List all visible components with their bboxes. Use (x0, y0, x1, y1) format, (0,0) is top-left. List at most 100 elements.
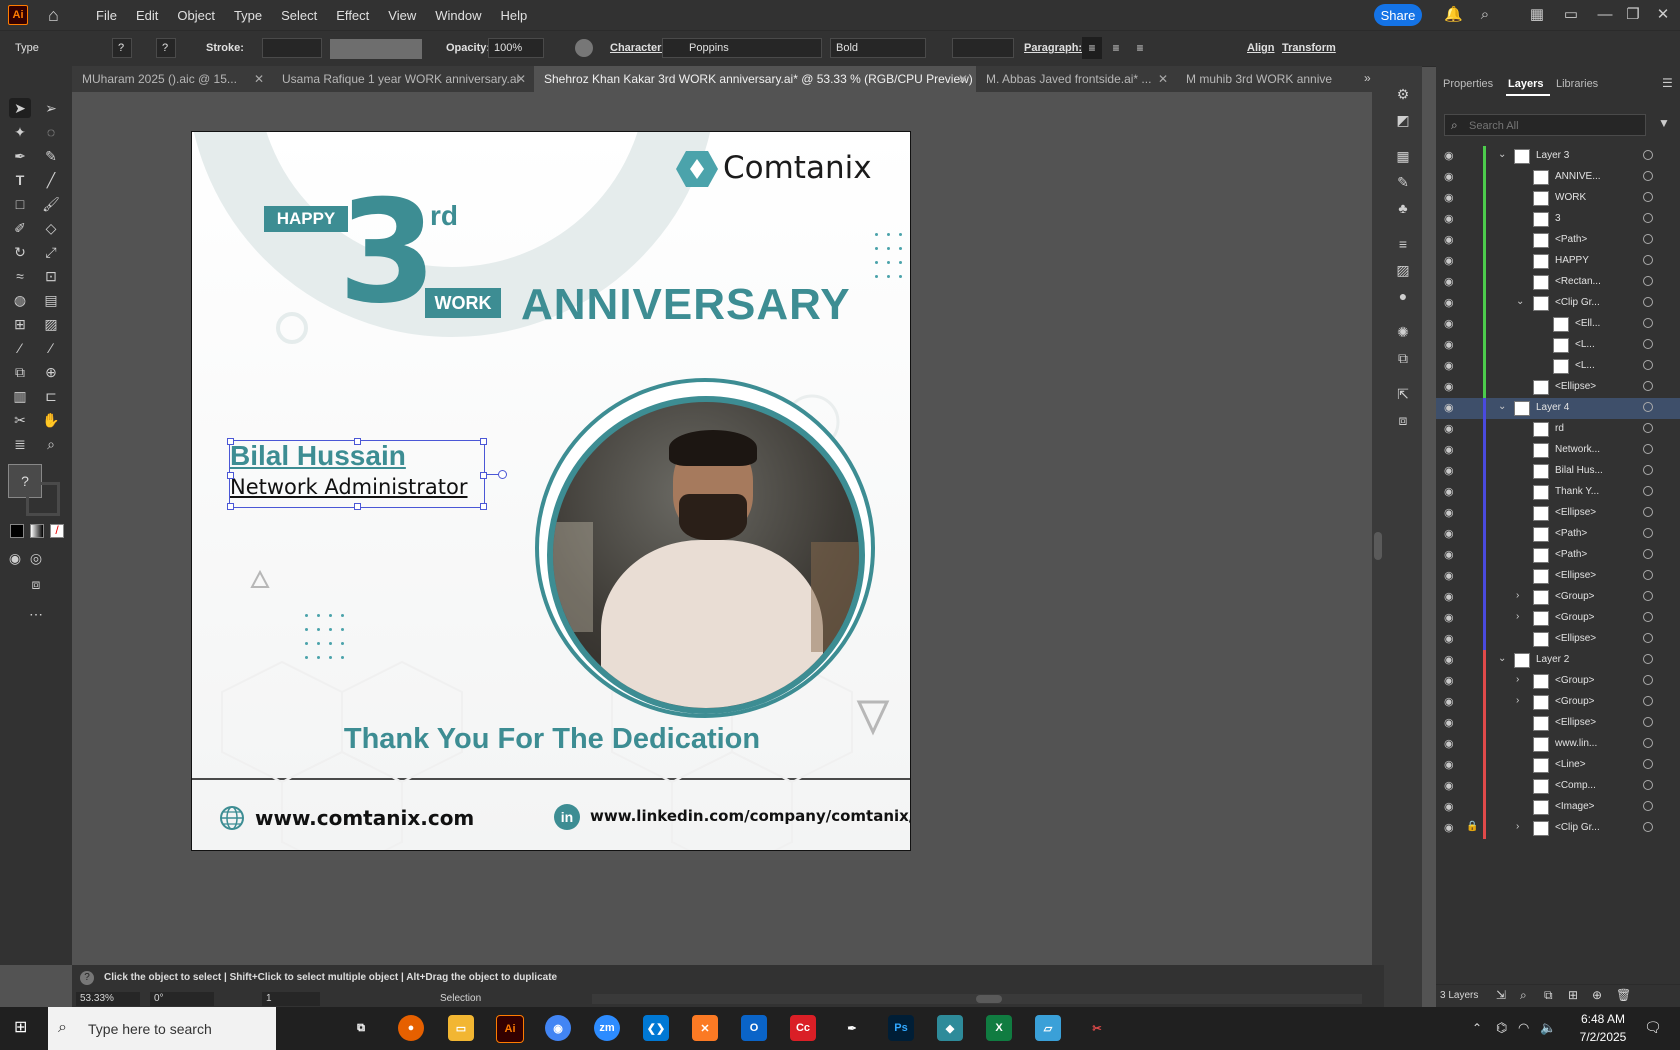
layer-row[interactable]: ◉ <Ell... (1436, 314, 1680, 335)
target-circle-icon[interactable] (1643, 423, 1653, 433)
collect-export-icon[interactable]: ⇲ (1496, 988, 1506, 1002)
taskbar-search-box[interactable]: ⌕ Type here to search (48, 1007, 276, 1050)
layer-row[interactable]: ◉ <Comp... (1436, 776, 1680, 797)
pen-tool-icon[interactable]: ✒ (9, 146, 31, 166)
layer-row[interactable]: ◉ <Ellipse> (1436, 629, 1680, 650)
creative-cloud-icon[interactable]: Cc (790, 1015, 816, 1041)
type-tool-icon[interactable]: T (9, 170, 31, 190)
share-button[interactable]: Share (1374, 4, 1422, 26)
vscode-icon[interactable]: ❮❯ (643, 1015, 669, 1041)
visibility-eye-icon[interactable]: ◉ (1444, 275, 1454, 288)
target-circle-icon[interactable] (1643, 717, 1653, 727)
target-circle-icon[interactable] (1643, 465, 1653, 475)
screen-mode-icon[interactable]: ⧈ (25, 574, 47, 594)
stroke-panel-icon[interactable]: ≡ (1392, 234, 1414, 254)
opacity-input[interactable]: 100% (488, 38, 544, 58)
file-explorer-icon[interactable]: ▭ (448, 1015, 474, 1041)
magic-wand-icon[interactable]: ✦ (9, 122, 31, 142)
help-icon[interactable]: ? (80, 971, 94, 985)
font-family-select[interactable]: Poppins (662, 38, 822, 58)
layer-row[interactable]: ◉ Bilal Hus... (1436, 461, 1680, 482)
expand-chevron-icon[interactable]: › (1516, 674, 1519, 685)
visibility-eye-icon[interactable]: ◉ (1444, 149, 1454, 162)
menu-window[interactable]: Window (435, 8, 481, 23)
visibility-eye-icon[interactable]: ◉ (1444, 191, 1454, 204)
layer-row[interactable]: ◉ <Ellipse> (1436, 377, 1680, 398)
delete-layer-icon[interactable]: 🗑 (1616, 988, 1631, 1002)
artboard-number-select[interactable]: 1 (262, 992, 320, 1006)
line-tool-icon[interactable]: ╱ (40, 170, 62, 190)
artboard-tool-icon[interactable]: ⊏ (40, 386, 62, 406)
paintbrush-icon[interactable]: 🖌 (40, 194, 62, 214)
layer-row[interactable]: ◉ rd (1436, 419, 1680, 440)
align-center-icon[interactable]: ≡ (1106, 37, 1126, 59)
zoom-app-icon[interactable]: zm (594, 1015, 620, 1041)
zoom-tool-icon[interactable]: ⌕ (40, 434, 62, 454)
lasso-icon[interactable]: ◌ (40, 122, 62, 142)
visibility-eye-icon[interactable]: ◉ (1444, 611, 1454, 624)
menu-file[interactable]: File (96, 8, 117, 23)
target-circle-icon[interactable] (1643, 759, 1653, 769)
tab-properties[interactable]: Properties (1443, 78, 1493, 90)
target-circle-icon[interactable] (1643, 612, 1653, 622)
layer-row[interactable]: ◉ › <Group> (1436, 587, 1680, 608)
menu-type[interactable]: Type (234, 8, 262, 23)
graph-tool-icon[interactable]: ▥ (9, 386, 31, 406)
search-icon[interactable]: ⌕ (1476, 6, 1494, 24)
artboards-panel-icon[interactable]: ⧈ (1392, 410, 1414, 430)
font-size-input[interactable] (952, 38, 1014, 58)
blend-tool-icon[interactable]: ⧉ (9, 362, 31, 382)
target-circle-icon[interactable] (1643, 675, 1653, 685)
layer-row[interactable]: ◉ 3 (1436, 209, 1680, 230)
symbols-icon[interactable]: ♣ (1392, 198, 1414, 218)
layers-search-field[interactable]: ⌕ (1444, 114, 1646, 136)
minimize-icon[interactable]: — (1596, 6, 1614, 24)
target-circle-icon[interactable] (1643, 213, 1653, 223)
filter-icon[interactable]: ▼ (1658, 116, 1670, 130)
transparency-icon[interactable]: ● (1392, 286, 1414, 306)
network-icon[interactable]: ⌬ (1496, 1020, 1507, 1036)
target-circle-icon[interactable] (1643, 696, 1653, 706)
scale-tool-icon[interactable]: ⤢ (40, 242, 62, 262)
outlook-icon[interactable]: O (741, 1015, 767, 1041)
visibility-eye-icon[interactable]: ◉ (1444, 506, 1454, 519)
curvature-tool-icon[interactable]: ✎ (40, 146, 62, 166)
tab-libraries[interactable]: Libraries (1556, 78, 1598, 90)
visibility-eye-icon[interactable]: ◉ (1444, 674, 1454, 687)
tab-muharam[interactable]: MUharam 2025 ().aic @ 15... ✕ (72, 66, 272, 92)
layer-row[interactable]: ◉ <Image> (1436, 797, 1680, 818)
layer-row[interactable]: ◉ › <Group> (1436, 608, 1680, 629)
visibility-eye-icon[interactable]: ◉ (1444, 737, 1454, 750)
shape-builder-icon[interactable]: ◍ (9, 290, 31, 310)
windows-start-icon[interactable]: ⊞ (14, 1019, 32, 1037)
tab-layers[interactable]: Layers (1508, 78, 1543, 90)
target-circle-icon[interactable] (1643, 150, 1653, 160)
appearance-icon[interactable]: ⚙ (1392, 84, 1414, 104)
target-circle-icon[interactable] (1643, 171, 1653, 181)
panel-icon[interactable]: ▭ (1562, 6, 1580, 24)
hand-tool-icon[interactable]: ✋ (40, 410, 62, 430)
measure-icon[interactable]: ∕ (40, 338, 62, 358)
target-circle-icon[interactable] (1643, 444, 1653, 454)
eyedropper-icon[interactable]: ⁄ (9, 338, 31, 358)
expand-chevron-icon[interactable]: › (1516, 590, 1519, 601)
excel-icon[interactable]: X (986, 1015, 1012, 1041)
restore-icon[interactable]: ❐ (1624, 6, 1642, 24)
close-icon[interactable]: ✕ (1654, 6, 1672, 24)
layer-row[interactable]: ◉ HAPPY (1436, 251, 1680, 272)
tab-usama[interactable]: Usama Rafique 1 year WORK anniversary.ai… (272, 66, 534, 92)
rotate-tool-icon[interactable]: ↻ (9, 242, 31, 262)
visibility-eye-icon[interactable]: ◉ (1444, 695, 1454, 708)
visibility-eye-icon[interactable]: ◉ (1444, 800, 1454, 813)
visibility-eye-icon[interactable]: ◉ (1444, 317, 1454, 330)
expand-chevron-icon[interactable]: ⌄ (1516, 296, 1524, 307)
visibility-eye-icon[interactable]: ◉ (1444, 254, 1454, 267)
layer-row[interactable]: ◉ <Line> (1436, 755, 1680, 776)
align-label[interactable]: Align (1247, 42, 1275, 54)
image-trace-icon[interactable]: ⧉ (1392, 348, 1414, 368)
snipping-tool-icon[interactable]: ✂ (1084, 1015, 1110, 1041)
menu-view[interactable]: View (388, 8, 416, 23)
selection-tool-icon[interactable]: ➤ (9, 98, 31, 118)
layer-row[interactable]: ◉ Network... (1436, 440, 1680, 461)
close-tab-icon[interactable]: ✕ (254, 66, 264, 92)
